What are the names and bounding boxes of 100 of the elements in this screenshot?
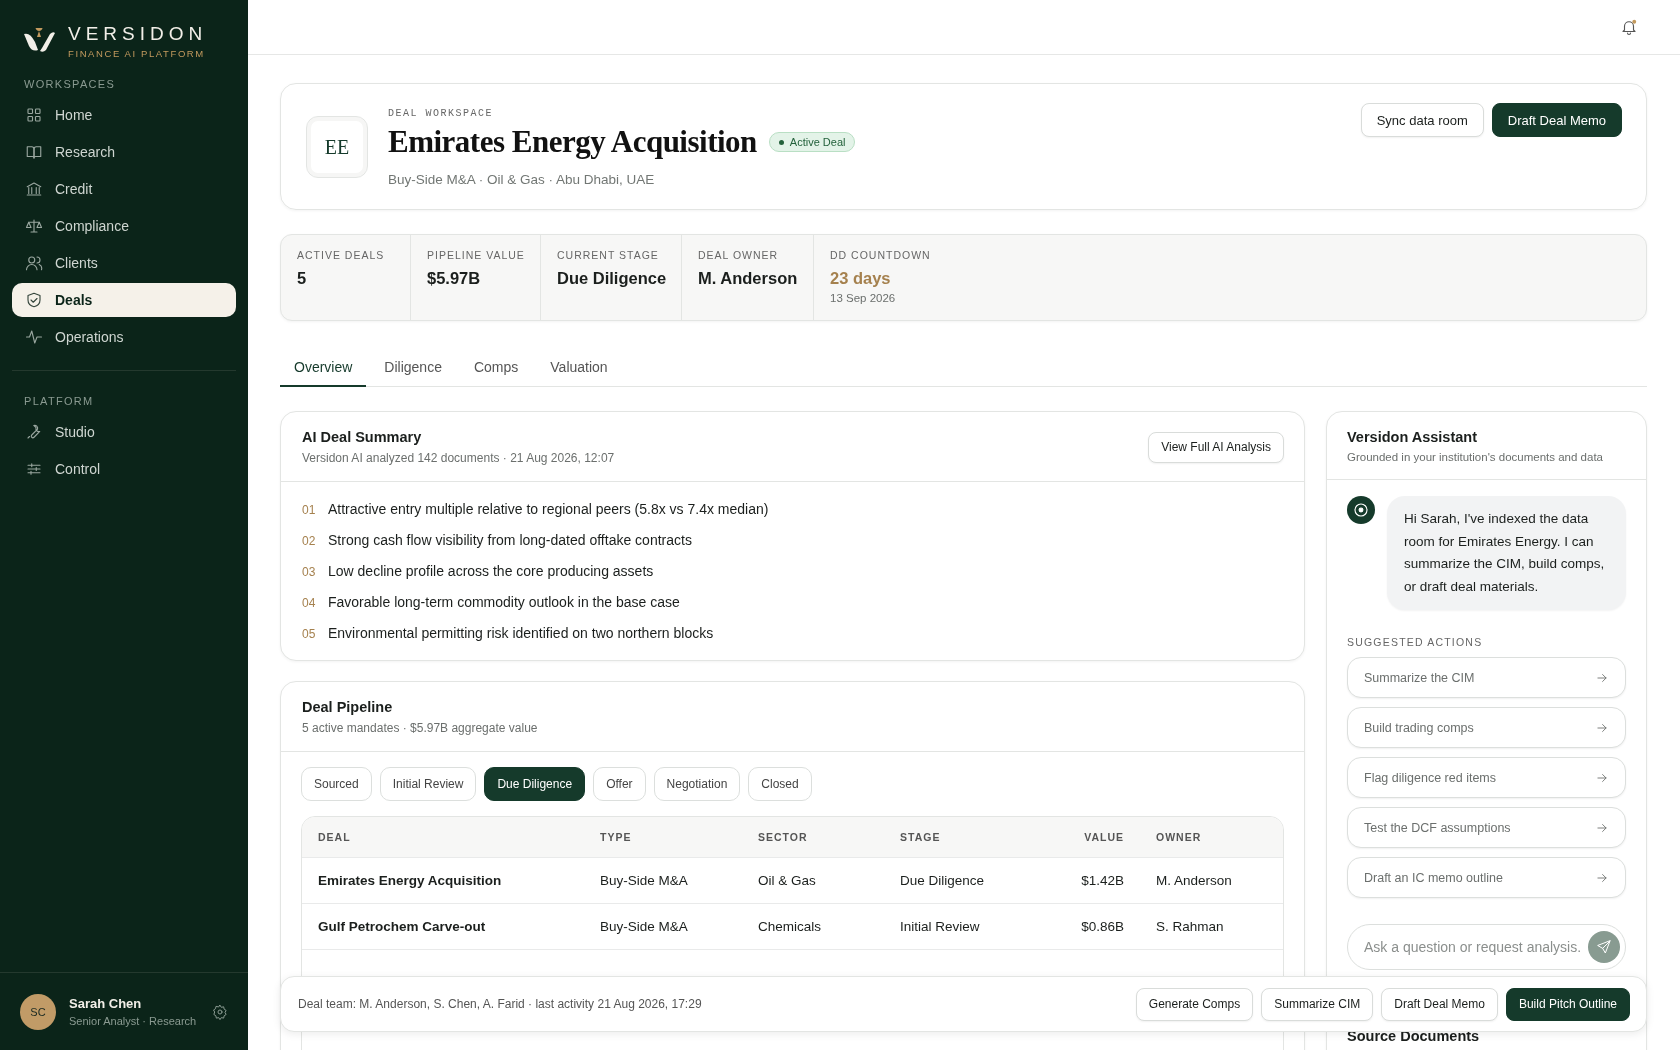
table-cell-text: Emirates Energy Acquisition	[317, 873, 503, 888]
kpi-value: 23 days	[830, 269, 892, 288]
grid-icon	[25, 106, 43, 124]
kpi-label: DD COUNTDOWN	[830, 249, 932, 261]
panel-subtitle: Grounded in your institution's documents and data	[1347, 451, 1603, 463]
panel-title: Versidon Assistant	[1347, 429, 1478, 445]
column-header: STAGE	[899, 831, 942, 843]
people-icon	[25, 254, 43, 272]
summary-point: Strong cash flow visibility from long-dated offtake contracts	[328, 532, 692, 548]
settings-icon[interactable]	[212, 1003, 228, 1020]
table-cell-text: $0.86B	[1080, 919, 1124, 934]
card-subtitle: 5 active mandates · $5.97B aggregate value	[302, 721, 538, 735]
header-button[interactable]: Draft Deal Memo	[1491, 103, 1622, 137]
stage-filter[interactable]: Due Diligence	[484, 767, 586, 801]
brand-name: VERSIDON	[68, 23, 208, 44]
action-button[interactable]: Draft Deal Memo	[1381, 987, 1498, 1021]
scale-icon	[25, 217, 43, 235]
wrench-icon	[25, 423, 43, 441]
summary-point: Low decline profile across the core producing assets	[328, 563, 654, 579]
bell-icon[interactable]	[1620, 18, 1638, 36]
tab[interactable]: Comps	[459, 349, 533, 387]
table-cell-text: Chemicals	[757, 919, 823, 934]
table-cell-text: M. Anderson	[1155, 873, 1233, 888]
section-label: PLATFORM	[23, 395, 95, 407]
table-cell-text: S. Rahman	[1155, 919, 1225, 934]
card-title: AI Deal Summary	[302, 429, 423, 445]
tab[interactable]: Diligence	[370, 349, 456, 387]
sidebar-item[interactable]: Credit	[12, 172, 236, 206]
section-label: SUGGESTED ACTIONS	[1346, 636, 1484, 648]
table-cell-text: Initial Review	[899, 919, 981, 934]
column-header: TYPE	[599, 831, 633, 843]
sidebar-item[interactable]: Deals	[12, 283, 236, 317]
table-cell-text: Buy-Side M&A	[599, 919, 689, 934]
analysis-button[interactable]: View Full AI Analysis	[1148, 431, 1284, 463]
kpi-value: Due Diligence	[557, 269, 665, 288]
stage-filter[interactable]: Initial Review	[379, 767, 477, 801]
column-header: DEAL	[317, 831, 352, 843]
stage-filter[interactable]: Closed	[748, 767, 812, 801]
section-label: WORKSPACES	[23, 78, 117, 90]
user-role: Senior Analyst · Research	[69, 1015, 198, 1027]
deal-avatar: EE	[306, 116, 368, 178]
logo-icon	[22, 28, 56, 54]
sidebar-item[interactable]: Home	[12, 98, 236, 132]
card-subtitle: Versidon AI analyzed 142 documents · 21 Aug 2026, 12:07	[302, 451, 615, 465]
send-icon	[1596, 939, 1612, 955]
kpi-value: 5	[297, 269, 308, 288]
user-name: Sarah Chen	[69, 996, 143, 1011]
sidebar-item[interactable]: Clients	[12, 246, 236, 280]
suggested-action[interactable]: Build trading comps	[1347, 707, 1626, 748]
suggested-action[interactable]: Summarize the CIM	[1347, 657, 1626, 698]
kpi-label: PIPELINE VALUE	[427, 249, 524, 261]
section-title: Source Documents	[1347, 1029, 1480, 1044]
sliders-icon	[25, 460, 43, 478]
point-number: 05	[302, 627, 317, 641]
kpi-label: ACTIVE DEALS	[297, 249, 386, 261]
header-button[interactable]: Sync data room	[1360, 103, 1484, 137]
suggested-action[interactable]: Flag diligence red items	[1347, 757, 1626, 798]
shield-icon	[25, 291, 43, 309]
sidebar-item[interactable]: Operations	[12, 320, 236, 354]
sidebar-item[interactable]: Compliance	[12, 209, 236, 243]
tab[interactable]: Valuation	[536, 349, 622, 387]
table-cell-text: Gulf Petrochem Carve-out	[317, 919, 487, 934]
bank-icon	[25, 180, 43, 198]
sidebar-item[interactable]: Control	[12, 452, 236, 486]
sidebar-item[interactable]: Research	[12, 135, 236, 169]
column-header: SECTOR	[757, 831, 809, 843]
suggested-action[interactable]: Test the DCF assumptions	[1347, 807, 1626, 848]
activity-text: Deal team: M. Anderson, S. Chen, A. Farid · last activity 21 Aug 2026, 17:29	[298, 997, 702, 1011]
book-icon	[25, 143, 43, 161]
sidebar-item[interactable]: Studio	[12, 415, 236, 449]
table-cell-text: Oil & Gas	[757, 873, 817, 888]
brand-tagline: FINANCE AI PLATFORM	[68, 47, 206, 59]
stage-filter[interactable]: Sourced	[301, 767, 372, 801]
stage-filter[interactable]: Negotiation	[653, 767, 741, 801]
point-number: 03	[302, 565, 317, 579]
card-title: Deal Pipeline	[302, 699, 394, 715]
action-button[interactable]: Summarize CIM	[1261, 987, 1374, 1021]
status-badge: Active Deal	[768, 132, 856, 152]
table-cell-text: Due Diligence	[899, 873, 986, 888]
table-cell-text: Buy-Side M&A	[599, 873, 689, 888]
tab[interactable]: Overview	[280, 349, 367, 387]
table-cell-text: $1.42B	[1080, 873, 1124, 888]
action-button[interactable]: Build Pitch Outline	[1505, 987, 1630, 1021]
point-number: 04	[302, 596, 317, 610]
summary-point: Favorable long-term commodity outlook in the base case	[328, 594, 680, 610]
chat-input[interactable]: Ask a question or request analysis.	[1347, 924, 1626, 970]
kpi-value: $5.97B	[427, 269, 482, 288]
suggested-action[interactable]: Draft an IC memo outline	[1347, 857, 1626, 898]
deal-title: Emirates Energy Acquisition	[388, 124, 757, 160]
action-button[interactable]: Generate Comps	[1135, 987, 1254, 1021]
kpi-note: 13 Sep 2026	[830, 292, 897, 304]
kpi-label: DEAL OWNER	[698, 249, 780, 261]
eyebrow-label: DEAL WORKSPACE	[388, 108, 494, 119]
stage-filter[interactable]: Offer	[593, 767, 646, 801]
kpi-value: M. Anderson	[698, 269, 797, 288]
column-header: OWNER	[1155, 831, 1203, 843]
target-icon	[1352, 501, 1370, 519]
pulse-icon	[25, 328, 43, 346]
summary-point: Attractive entry multiple relative to regional peers (5.8x vs 7.4x median)	[328, 501, 769, 517]
chat-message: Hi Sarah, I've indexed the data room for Emirates Energy. I can summarize the CIM, build comps, or draft deal materials.	[1387, 496, 1626, 610]
